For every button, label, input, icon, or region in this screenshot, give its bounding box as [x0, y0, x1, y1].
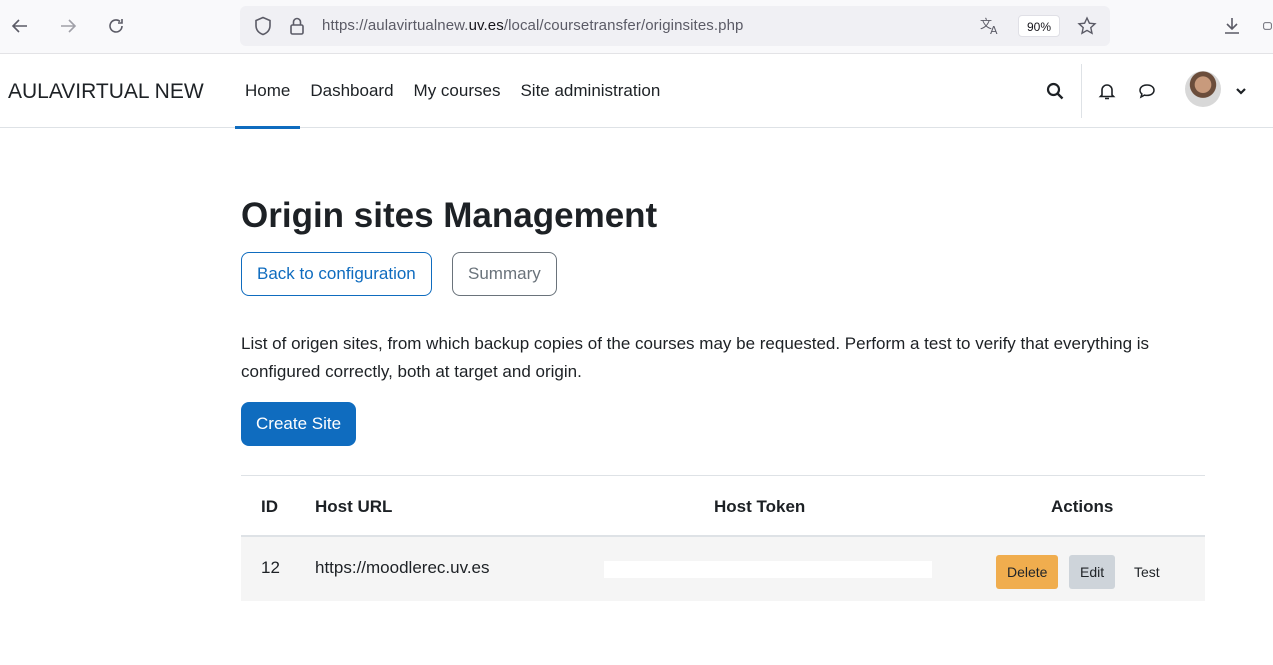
nav-home[interactable]: Home — [235, 54, 301, 129]
table-row: 12 https://moodlerec.uv.es Delete Edit T… — [241, 537, 1205, 601]
bookmark-star-icon[interactable] — [1076, 15, 1098, 37]
nav-dashboard[interactable]: Dashboard — [300, 54, 403, 128]
header-host-url: Host URL — [315, 497, 393, 516]
browser-toolbar: https://aulavirtualnew.uv.es/local/cours… — [0, 0, 1273, 54]
delete-button[interactable]: Delete — [996, 555, 1059, 589]
lock-icon[interactable] — [286, 15, 308, 37]
url-domain: uv.es — [468, 17, 504, 34]
back-to-configuration-button[interactable]: Back to configuration — [241, 252, 432, 296]
reload-icon[interactable] — [102, 12, 130, 40]
test-button[interactable]: Test — [1123, 555, 1171, 589]
url-prefix: https://aulavirtualnew. — [322, 17, 469, 34]
forward-arrow-icon[interactable] — [54, 12, 82, 40]
site-navbar: AULAVIRTUAL NEW Home Dashboard My course… — [0, 54, 1273, 129]
summary-button[interactable]: Summary — [452, 252, 557, 296]
site-brand[interactable]: AULAVIRTUAL NEW — [8, 80, 204, 104]
create-site-button[interactable]: Create Site — [241, 402, 357, 446]
notification-bell-icon[interactable] — [1096, 80, 1118, 102]
url-text[interactable]: https://aulavirtualnew.uv.es/local/cours… — [322, 17, 743, 34]
page-title: Origin sites Management — [241, 196, 658, 235]
chevron-down-icon[interactable] — [1230, 80, 1252, 102]
address-bar[interactable]: https://aulavirtualnew.uv.es/local/cours… — [240, 6, 1110, 46]
user-avatar[interactable] — [1185, 71, 1221, 107]
translate-icon[interactable]: 文A — [979, 15, 1001, 37]
primary-navigation: Home Dashboard My courses Site administr… — [235, 54, 670, 129]
back-arrow-icon[interactable] — [6, 12, 34, 40]
navbar-divider — [1081, 64, 1082, 118]
url-path: /local/coursetransfer/originsites.php — [503, 17, 744, 34]
download-icon[interactable] — [1218, 12, 1246, 40]
zoom-level-badge[interactable]: 90% — [1018, 15, 1061, 37]
cell-host-url: https://moodlerec.uv.es — [315, 558, 490, 577]
nav-my-courses[interactable]: My courses — [404, 54, 511, 128]
messages-icon[interactable] — [1136, 80, 1158, 102]
edit-button[interactable]: Edit — [1069, 555, 1116, 589]
header-id: ID — [261, 497, 278, 516]
table-header: ID Host URL Host Token Actions — [241, 476, 1205, 537]
search-icon[interactable] — [1044, 80, 1066, 102]
header-actions: Actions — [1051, 497, 1114, 516]
shield-icon[interactable] — [252, 15, 274, 37]
page-description: List of origen sites, from which backup … — [241, 334, 1150, 381]
origin-sites-table: ID Host URL Host Token Actions 12 https:… — [241, 475, 1205, 601]
cell-host-token — [604, 561, 932, 578]
header-host-token: Host Token — [714, 497, 806, 516]
svg-text:A: A — [990, 24, 998, 36]
cell-id: 12 — [261, 558, 280, 577]
nav-site-administration[interactable]: Site administration — [510, 54, 670, 128]
extension-icon[interactable] — [1262, 12, 1273, 40]
